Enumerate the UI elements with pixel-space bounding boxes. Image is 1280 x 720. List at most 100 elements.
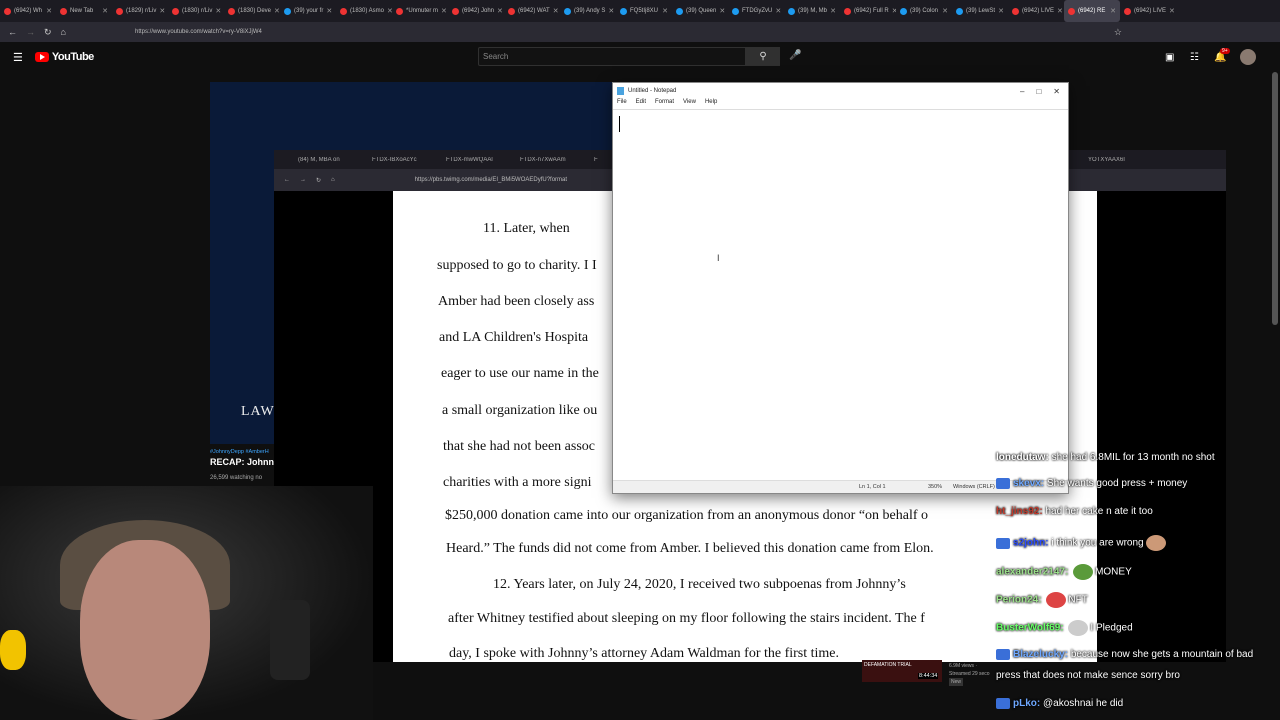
chat-username[interactable]: Perion24:	[996, 595, 1042, 606]
menu-format[interactable]: Format	[655, 99, 674, 109]
close-tab-icon[interactable]: ✕	[553, 7, 559, 15]
browser-tab[interactable]: (6942) LIVE ✕	[1120, 0, 1176, 22]
notepad-title-bar[interactable]: Untitled - Notepad – □ ✕	[613, 83, 1068, 99]
chat-text: i think you are wrong	[1051, 537, 1144, 549]
close-tab-icon[interactable]: ✕	[441, 7, 447, 15]
menu-edit[interactable]: Edit	[636, 99, 646, 109]
search-input[interactable]: Search	[478, 47, 746, 66]
close-tab-icon[interactable]: ✕	[608, 7, 614, 15]
microphone-icon[interactable]: 🎤	[789, 50, 801, 61]
chat-username[interactable]: alexander2147:	[996, 567, 1068, 578]
second-window-tab[interactable]: FTDX-IBXoAcYc	[348, 157, 422, 163]
chat-username[interactable]: s2john:	[1013, 538, 1049, 549]
close-tab-icon[interactable]: ✕	[1110, 7, 1116, 15]
thumbnail-streamed: Streamed 29 seco	[949, 671, 990, 677]
tab-label: (1830) Asmo	[350, 8, 385, 14]
menu-view[interactable]: View	[683, 99, 696, 109]
reload-icon[interactable]: ↻	[316, 177, 321, 184]
chat-username[interactable]: Blazelucky:	[1013, 649, 1068, 660]
chat-username[interactable]: BusterWolf69:	[996, 623, 1064, 634]
create-icon[interactable]: ▣	[1165, 52, 1174, 63]
close-tab-icon[interactable]: ✕	[215, 7, 221, 15]
chat-username[interactable]: lonedutaw:	[996, 452, 1049, 463]
browser-tab[interactable]: (6942) WAT ✕	[504, 0, 560, 22]
url-bar[interactable]: https://www.youtube.com/watch?v=ry-V8iXJ…	[135, 29, 262, 35]
close-tab-icon[interactable]: ✕	[46, 7, 52, 15]
forward-icon[interactable]: →	[300, 177, 306, 183]
browser-tab[interactable]: (39) LewSt ✕	[952, 0, 1008, 22]
browser-tab[interactable]: (6942) John ✕	[448, 0, 504, 22]
search-button[interactable]: ⚲	[746, 47, 780, 66]
avatar[interactable]	[1240, 49, 1256, 65]
browser-tab[interactable]: (6942) RE ✕	[1064, 0, 1120, 22]
ibeam-cursor-icon: I	[717, 253, 720, 263]
close-tab-icon[interactable]: ✕	[775, 7, 781, 15]
back-icon[interactable]: ←	[284, 177, 290, 183]
browser-tab[interactable]: (39) Queen ✕	[672, 0, 728, 22]
menu-help[interactable]: Help	[705, 99, 717, 109]
chat-username[interactable]: ht_jins92:	[996, 506, 1043, 517]
close-tab-icon[interactable]: ✕	[830, 7, 836, 15]
close-tab-icon[interactable]: ✕	[159, 7, 165, 15]
reddit-icon	[116, 7, 123, 15]
chat-message: BusterWolf69: I Pledged	[996, 620, 1133, 636]
hamburger-menu-icon[interactable]: ☰	[13, 51, 23, 64]
close-tab-icon[interactable]: ✕	[1169, 7, 1175, 15]
youtube-logo[interactable]: YouTube	[34, 51, 94, 63]
video-overlay-text: LAW	[241, 404, 275, 419]
browser-tab[interactable]: *Unmuter m ✕	[392, 0, 448, 22]
browser-tab[interactable]: (1830) Deve ✕	[224, 0, 280, 22]
close-tab-icon[interactable]: ✕	[1057, 7, 1063, 15]
browser-tab[interactable]: (1829) r/Liv ✕	[112, 0, 168, 22]
browser-tab[interactable]: (6942) Wh ✕	[0, 0, 56, 22]
bookmark-star-icon[interactable]: ☆	[1114, 27, 1122, 38]
youtube-icon	[1124, 7, 1131, 15]
home-icon[interactable]: ⌂	[331, 177, 335, 183]
browser-tab[interactable]: (39) Andy S ✕	[560, 0, 616, 22]
browser-tab[interactable]: FTDGyZvU ✕	[728, 0, 784, 22]
reload-icon[interactable]: ↻	[44, 27, 52, 38]
close-tab-icon[interactable]: ✕	[998, 7, 1004, 15]
chat-username[interactable]: skevx:	[1013, 478, 1044, 489]
close-tab-icon[interactable]: ✕	[942, 7, 948, 15]
page-scrollbar[interactable]	[1272, 72, 1278, 325]
document-line: $250,000 donation came into our organiza…	[445, 508, 929, 523]
close-tab-icon[interactable]: ✕	[326, 7, 332, 15]
close-tab-icon[interactable]: ✕	[497, 7, 503, 15]
apps-icon[interactable]: ☷	[1190, 52, 1199, 63]
browser-tab[interactable]: New Tab ✕	[56, 0, 112, 22]
browser-tab[interactable]: (39) M, Mb ✕	[784, 0, 840, 22]
second-window-tab[interactable]: FTDX-mwWQAAl	[422, 157, 496, 163]
video-tags[interactable]: #JohnnyDepp #AmberH	[210, 449, 269, 455]
browser-tab[interactable]: (1830) r/Liv ✕	[168, 0, 224, 22]
second-window-tab[interactable]: YOTXYAAX6I	[1064, 157, 1138, 163]
close-tab-icon[interactable]: ✕	[662, 7, 668, 15]
close-tab-icon[interactable]: ✕	[719, 7, 725, 15]
browser-tab[interactable]: (6942) LIVE ✕	[1008, 0, 1064, 22]
chat-text: MONEY	[1095, 566, 1132, 578]
tab-label: (1829) r/Liv	[126, 8, 157, 14]
browser-tab[interactable]: FQ5tIj8XU ✕	[616, 0, 672, 22]
browser-tab[interactable]: (39) Colon ✕	[896, 0, 952, 22]
video-title[interactable]: RECAP: Johnny	[210, 457, 279, 467]
chat-username[interactable]: pLko:	[1013, 698, 1040, 709]
second-window-tab[interactable]: (84) M, MBA on	[274, 157, 348, 163]
tab-label: (6942) John	[462, 8, 495, 14]
back-icon[interactable]: ←	[8, 27, 17, 37]
tab-label: (39) Andy S	[574, 8, 606, 14]
second-window-url[interactable]: https://pbs.twimg.com/media/EI_BMi5WOAED…	[415, 177, 567, 183]
close-icon[interactable]: ✕	[1053, 87, 1060, 96]
second-window-tab[interactable]: FTDX-n7XwAAm	[496, 157, 570, 163]
minimize-icon[interactable]: –	[1020, 87, 1024, 96]
chat-message: press that does not make sence sorry bro	[996, 670, 1180, 681]
forward-icon[interactable]: →	[26, 27, 35, 37]
browser-tab[interactable]: (39) your fr ✕	[280, 0, 336, 22]
close-tab-icon[interactable]: ✕	[102, 7, 108, 15]
browser-tab[interactable]: (1830) Asmo ✕	[336, 0, 392, 22]
maximize-icon[interactable]: □	[1036, 87, 1041, 96]
browser-tab[interactable]: (6942) Full R ✕	[840, 0, 896, 22]
home-icon[interactable]: ⌂	[61, 27, 66, 37]
document-line: a small organization like ou	[442, 403, 598, 418]
menu-file[interactable]: File	[617, 99, 627, 109]
notepad-text-area[interactable]: I	[613, 109, 1068, 480]
